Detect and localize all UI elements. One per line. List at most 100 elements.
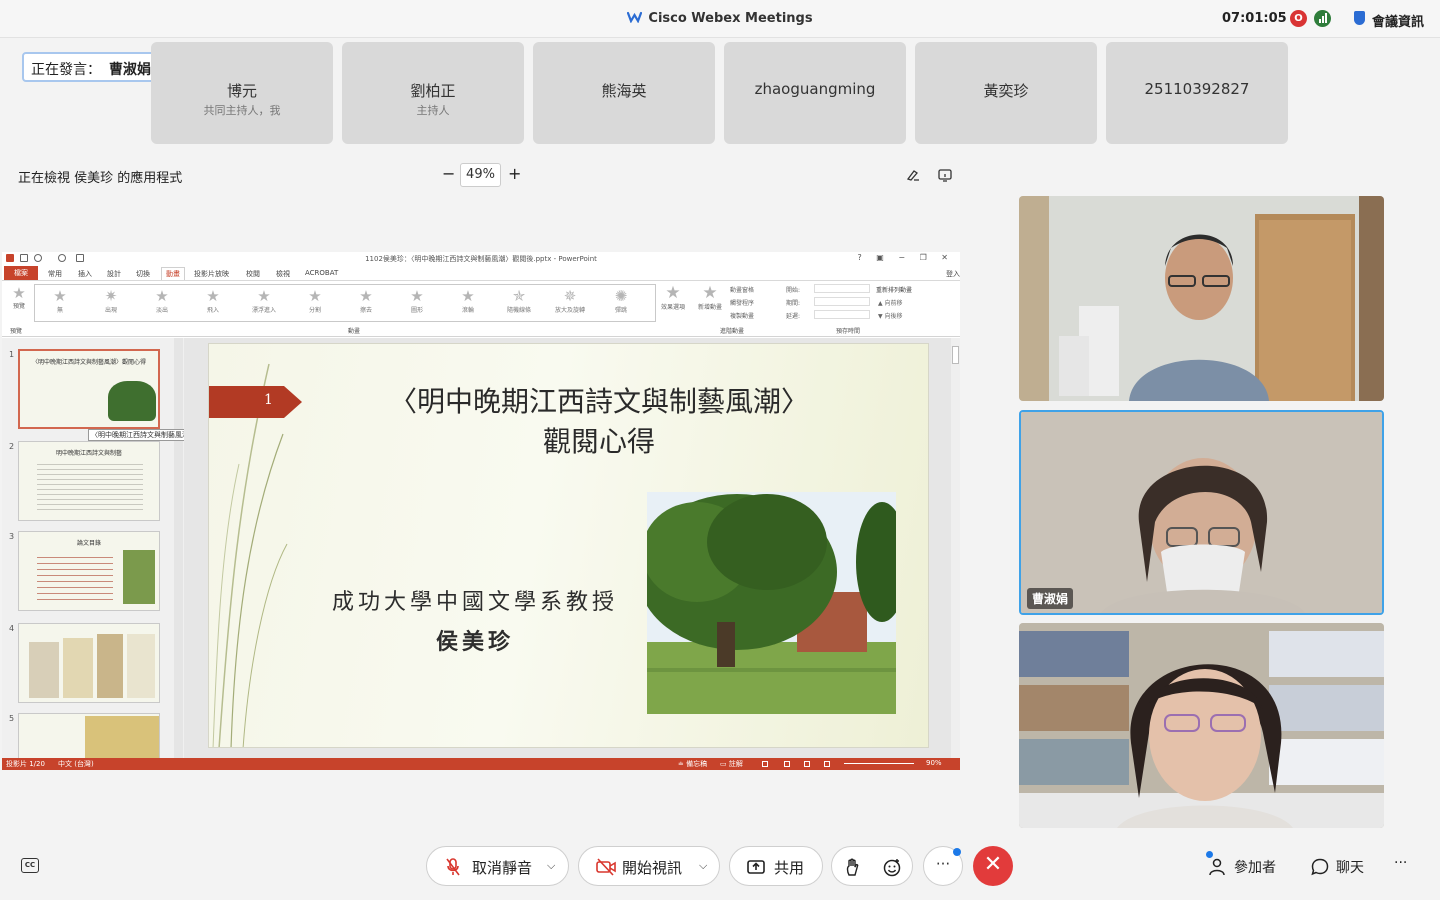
tab-acrobat[interactable]: ACROBAT: [305, 269, 338, 277]
popout-window-icon[interactable]: [938, 168, 952, 182]
animation-random-bars[interactable]: ✯ 隨機線條: [494, 287, 544, 314]
participant-tile[interactable]: 博元 共同主持人，我: [151, 42, 333, 144]
preview-button[interactable]: ★ 預覽: [8, 285, 30, 310]
status-zoom[interactable]: 90%: [926, 759, 942, 767]
current-slide[interactable]: 1 〈明中晚期江西詩文與制藝風潮〉 觀閱心得 成功大學中國文學系教授 侯美珍: [208, 343, 929, 748]
tab-slideshow[interactable]: 投影片放映: [194, 269, 229, 279]
tab-design[interactable]: 設計: [107, 269, 121, 279]
tab-transitions[interactable]: 切換: [136, 269, 150, 279]
animation-float-in[interactable]: ★ 漂浮進入: [239, 287, 289, 314]
mic-muted-icon: [446, 858, 460, 876]
annotate-icon[interactable]: [906, 168, 920, 182]
preview-star-icon: ★: [12, 284, 26, 302]
animation-none[interactable]: ★ 無: [35, 287, 85, 314]
start-video-button[interactable]: 開始視訊 ⌵: [578, 846, 720, 886]
effect-options-button[interactable]: ★ 效果選項: [658, 284, 688, 311]
participant-tile[interactable]: zhaoguangming: [724, 42, 906, 144]
slide-thumbnail-3[interactable]: 論文目錄: [18, 531, 160, 611]
normal-view-icon[interactable]: [762, 761, 768, 767]
star-icon: ★: [410, 287, 424, 305]
start-select[interactable]: [814, 284, 870, 293]
move-earlier-button[interactable]: ▲ 向前移: [878, 298, 903, 307]
tab-insert[interactable]: 插入: [78, 269, 92, 279]
reorder-label: 重新排列動畫: [876, 287, 913, 294]
slide-sorter-icon[interactable]: [784, 761, 790, 767]
participant-tile[interactable]: 黃奕珍: [915, 42, 1097, 144]
slide-thumbnail-2[interactable]: 明中晚期江西詩文與制藝: [18, 441, 160, 521]
group-advanced-label: 進階動畫: [720, 328, 745, 335]
chevron-down-icon[interactable]: ⌵: [547, 859, 555, 873]
animation-pane-button[interactable]: 動畫窗格: [730, 285, 754, 294]
video-feed: [1019, 623, 1384, 828]
sign-in-link[interactable]: 登入: [946, 269, 960, 279]
thumb-number: 2: [9, 442, 15, 451]
thumb-number: 1: [9, 350, 15, 359]
raise-hand-icon[interactable]: [844, 857, 862, 877]
participant-name: 劉柏正: [410, 82, 456, 100]
participants-icon: [1209, 858, 1225, 876]
participants-label: 參加者: [1234, 860, 1276, 876]
animation-shape[interactable]: ★ 圖形: [392, 287, 442, 314]
animation-painter-button[interactable]: 複製動畫: [730, 311, 754, 320]
slide-scrollbar[interactable]: [951, 338, 960, 758]
network-health-icon[interactable]: [1314, 10, 1331, 27]
tab-animations[interactable]: 動畫: [161, 267, 185, 280]
share-button[interactable]: 共用: [729, 846, 823, 886]
participant-tile[interactable]: 劉柏正 主持人: [342, 42, 524, 144]
delay-stepper[interactable]: [814, 310, 870, 319]
status-language[interactable]: 中文 (台灣): [58, 759, 94, 769]
duration-stepper[interactable]: [814, 297, 870, 306]
zoom-in-button[interactable]: +: [508, 164, 521, 183]
animation-label: 無: [56, 307, 63, 314]
scrollbar-thumb[interactable]: [952, 346, 959, 364]
window-controls[interactable]: ? ▣ − ❐ ✕: [857, 253, 954, 262]
slide-subtitle-line1: 成功大學中國文學系教授: [331, 590, 618, 615]
slide-thumbnail-5[interactable]: [18, 713, 160, 758]
participant-tile[interactable]: 熊海英: [533, 42, 715, 144]
chevron-down-icon[interactable]: ⌵: [699, 859, 707, 873]
thumbnail-scrollbar[interactable]: [174, 338, 183, 758]
animation-wipe[interactable]: ★ 擦去: [341, 287, 391, 314]
banyan-tree-photo: [647, 492, 896, 714]
animation-split[interactable]: ★ 分割: [290, 287, 340, 314]
zoom-out-button[interactable]: −: [442, 164, 455, 183]
animation-grow-turn[interactable]: ✵ 放大及旋轉: [545, 287, 595, 314]
participant-tile[interactable]: 25110392827: [1106, 42, 1288, 144]
tab-file[interactable]: 檔案: [4, 266, 38, 280]
unmute-button[interactable]: 取消靜音 ⌵: [426, 846, 569, 886]
closed-captions-icon[interactable]: CC: [21, 858, 39, 873]
tab-home[interactable]: 常用: [48, 269, 62, 279]
animation-label: 淡出: [155, 307, 168, 314]
more-options-button[interactable]: ···: [923, 846, 963, 886]
recording-icon[interactable]: O: [1290, 10, 1307, 27]
animation-label: 滾輪: [461, 307, 474, 314]
animation-bounce[interactable]: ✺ 彈跳: [596, 287, 646, 314]
animation-wheel[interactable]: ★ 滾輪: [443, 287, 493, 314]
slideshow-view-icon[interactable]: [824, 761, 830, 767]
video-tile[interactable]: [1019, 623, 1384, 828]
comments-button[interactable]: ▭ 註解: [720, 759, 743, 769]
sharing-status-text: 正在檢視 侯美珍 的應用程式: [18, 171, 183, 186]
leave-meeting-button[interactable]: ✕: [973, 846, 1013, 886]
tab-review[interactable]: 校閱: [246, 269, 260, 279]
animation-fly-in[interactable]: ★ 飛入: [188, 287, 238, 314]
animation-appear[interactable]: ✷ 出現: [86, 287, 136, 314]
reaction-smiley-icon[interactable]: [882, 857, 902, 877]
animation-fade[interactable]: ★ 淡出: [137, 287, 187, 314]
overflow-menu-button[interactable]: ···: [1394, 855, 1407, 871]
star-icon: ★: [155, 287, 169, 305]
zoom-level-field[interactable]: 49%: [460, 163, 501, 187]
slide-thumbnail-4[interactable]: [18, 623, 160, 703]
slide-thumbnail-1[interactable]: 〈明中晚期江西詩文與制藝風潮〉觀閱心得: [18, 349, 160, 429]
reading-view-icon[interactable]: [804, 761, 810, 767]
move-later-button[interactable]: ▼ 向後移: [878, 311, 903, 320]
zoom-slider[interactable]: [844, 763, 914, 764]
add-animation-button[interactable]: ★ 新增動畫: [694, 284, 726, 311]
trigger-button[interactable]: 觸發程序: [730, 298, 754, 307]
tab-view[interactable]: 檢視: [276, 269, 290, 279]
meeting-info-button[interactable]: 會議資訊: [1372, 11, 1424, 30]
participant-name: zhaoguangming: [754, 80, 876, 98]
notes-button[interactable]: ≐ 備忘稿: [678, 759, 707, 769]
video-tile-active-speaker[interactable]: 曹淑娟: [1019, 410, 1384, 615]
video-tile[interactable]: [1019, 196, 1384, 401]
